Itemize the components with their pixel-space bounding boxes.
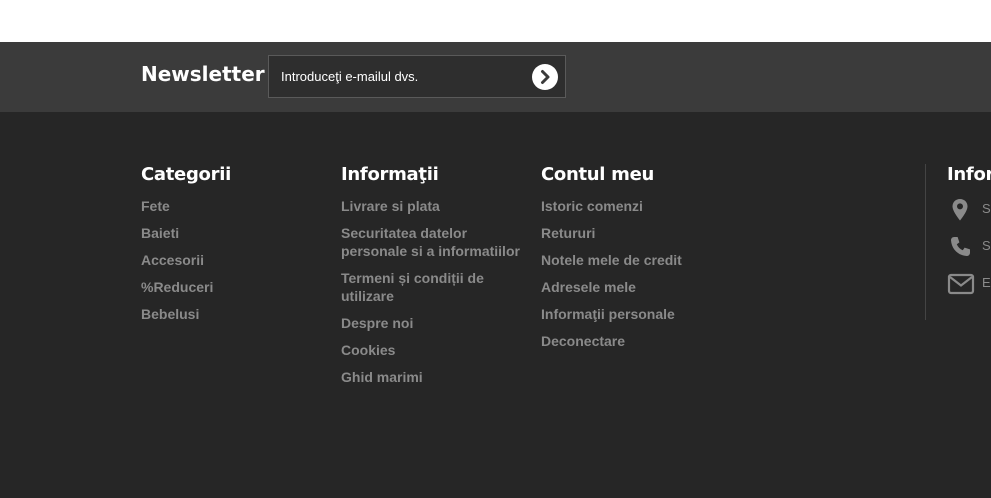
footer-link-bebelusi[interactable]: Bebelusi — [141, 305, 199, 323]
footer-link-adresele-mele[interactable]: Adresele mele — [541, 278, 636, 296]
footer-link-termeni[interactable]: Termeni și condiții de utilizare — [341, 269, 521, 305]
footer-link-note-credit[interactable]: Notele mele de credit — [541, 251, 682, 269]
envelope-icon — [947, 273, 975, 295]
footer-list-contul-meu: Istoric comenzi Retururi Notele mele de … — [541, 197, 721, 351]
chevron-right-icon — [541, 70, 550, 84]
footer-link-accesorii[interactable]: Accesorii — [141, 251, 204, 269]
footer-link-baieti[interactable]: Baieti — [141, 224, 179, 242]
footer-link-informatii-personale[interactable]: Informaţii personale — [541, 305, 675, 323]
newsletter-title: Newsletter — [141, 62, 265, 86]
footer-heading-categorii: Categorii — [141, 164, 231, 185]
contact-address: S — [947, 197, 991, 223]
newsletter-bar: Newsletter — [0, 42, 991, 112]
footer-link-ghid-marimi[interactable]: Ghid marimi — [341, 368, 423, 386]
footer-link-securitatea-datelor[interactable]: Securitatea datelor personale si a infor… — [341, 224, 521, 260]
newsletter-submit-button[interactable] — [532, 64, 558, 90]
footer-link-livrare[interactable]: Livrare si plata — [341, 197, 440, 215]
contact-address-text: S — [982, 201, 991, 216]
contact-email: E — [947, 271, 991, 297]
footer-heading-info: Infor — [947, 164, 991, 185]
top-content-strip — [0, 0, 991, 42]
footer-link-cookies[interactable]: Cookies — [341, 341, 395, 359]
footer-column-contul-meu: Contul meu Istoric comenzi Retururi Note… — [541, 164, 721, 359]
footer-link-retururi[interactable]: Retururi — [541, 224, 595, 242]
footer-link-despre-noi[interactable]: Despre noi — [341, 314, 413, 332]
info-divider — [925, 164, 926, 320]
footer-link-deconectare[interactable]: Deconectare — [541, 332, 625, 350]
footer-list-informatii: Livrare si plata Securitatea datelor per… — [341, 197, 521, 387]
newsletter-email-input[interactable] — [269, 56, 524, 97]
footer-list-categorii: Fete Baieti Accesorii %Reduceri Bebelusi — [141, 197, 321, 324]
map-marker-icon — [952, 199, 968, 221]
contact-phone: S — [947, 234, 991, 260]
footer-link-reduceri[interactable]: %Reduceri — [141, 278, 213, 296]
contact-email-text: E — [982, 275, 991, 290]
phone-icon — [951, 237, 970, 256]
footer-link-fete[interactable]: Fete — [141, 197, 170, 215]
footer-column-categorii: Categorii Fete Baieti Accesorii %Reducer… — [141, 164, 321, 332]
footer-column-informatii-magazin: Infor S S E — [947, 164, 991, 308]
contact-phone-text: S — [982, 238, 991, 253]
footer-column-informatii: Informaţii Livrare si plata Securitatea … — [341, 164, 521, 395]
footer-link-istoric-comenzi[interactable]: Istoric comenzi — [541, 197, 643, 215]
newsletter-form — [268, 55, 566, 98]
footer-heading-contul-meu: Contul meu — [541, 164, 655, 185]
footer-heading-informatii: Informaţii — [341, 164, 439, 185]
